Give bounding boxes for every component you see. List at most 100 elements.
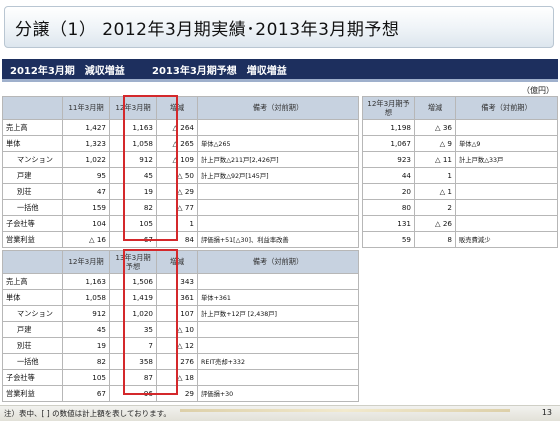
- table-row: 戸建 45 35 △ 10: [2, 321, 359, 338]
- table-row: 80 2: [362, 199, 558, 216]
- row-label: マンション: [2, 305, 63, 322]
- value-cell: 107: [156, 305, 198, 322]
- value-cell: 95: [62, 167, 110, 184]
- row-label: 売上高: [2, 273, 63, 290]
- remark-cell: 単体+361: [197, 289, 359, 306]
- remark-cell: [455, 215, 558, 232]
- value-cell: 96: [109, 385, 157, 402]
- remark-cell: [197, 183, 359, 200]
- value-cell: △ 264: [156, 119, 198, 136]
- value-cell: 87: [109, 369, 157, 386]
- table-row: 子会社等 104 105 1: [2, 215, 359, 232]
- value-cell: 1: [156, 215, 198, 232]
- value-cell: △ 36: [414, 119, 456, 136]
- value-cell: △ 77: [156, 199, 198, 216]
- value-cell: 1,427: [62, 119, 110, 136]
- value-cell: 35: [109, 321, 157, 338]
- table-row: 戸建 95 45 △ 50 計上戸数△92戸[145戸]: [2, 167, 359, 184]
- value-cell: 1,419: [109, 289, 157, 306]
- table-row: 1,067 △ 9 単体△9: [362, 135, 558, 152]
- table-row: 単体 1,058 1,419 361 単体+361: [2, 289, 359, 306]
- footer-decoration: [180, 409, 510, 412]
- value-cell: 104: [62, 215, 110, 232]
- page-title: 分譲（1） 2012年3月期実績･2013年3月期予想: [15, 20, 400, 40]
- value-cell: 80: [362, 199, 415, 216]
- value-cell: 105: [109, 215, 157, 232]
- table-row: 一括他 159 82 △ 77: [2, 199, 359, 216]
- table-row: 子会社等 105 87 △ 18: [2, 369, 359, 386]
- section-header: 2012年3月期 減収増益 2013年3月期予想 増収増益: [2, 59, 558, 82]
- forecast-table-2012: 12年3月期予想 増減 備考（対前期） 1,198 △ 36 1,067 △ 9 単体△…: [362, 96, 558, 248]
- value-cell: 19: [62, 337, 110, 354]
- value-cell: 1,163: [109, 119, 157, 136]
- row-label: 単体: [2, 289, 63, 306]
- table-row: 131 △ 26: [362, 215, 558, 232]
- value-cell: 912: [62, 305, 110, 322]
- row-label: 子会社等: [2, 215, 63, 232]
- value-cell: 361: [156, 289, 198, 306]
- value-cell: 276: [156, 353, 198, 370]
- value-cell: 1,163: [62, 273, 110, 290]
- table-row: 59 8 販売費減少: [362, 231, 558, 248]
- value-cell: 67: [62, 385, 110, 402]
- table-row: 20 △ 1: [362, 183, 558, 200]
- row-label: 一括他: [2, 199, 63, 216]
- row-label: 戸建: [2, 167, 63, 184]
- table-row: 営業利益 △ 16 67 84 評価損+51[△30]、利益率改善: [2, 231, 359, 248]
- value-cell: △ 1: [414, 183, 456, 200]
- value-cell: △ 12: [156, 337, 198, 354]
- remark-cell: [455, 199, 558, 216]
- remark-cell: 評価損+51[△30]、利益率改善: [197, 231, 359, 248]
- row-label: 一括他: [2, 353, 63, 370]
- value-cell: 19: [109, 183, 157, 200]
- value-cell: 44: [362, 167, 415, 184]
- value-cell: △ 29: [156, 183, 198, 200]
- header-cell: 12年3月期: [62, 250, 110, 274]
- row-label: 売上高: [2, 119, 63, 136]
- row-label: 営業利益: [2, 231, 63, 248]
- section-label-2013: 2013年3月期予想 増収増益: [152, 66, 287, 77]
- remark-cell: 単体△265: [197, 135, 359, 152]
- header-cell: 備考（対前期）: [455, 96, 558, 120]
- value-cell: △ 11: [414, 151, 456, 168]
- value-cell: 29: [156, 385, 198, 402]
- value-cell: △ 9: [414, 135, 456, 152]
- value-cell: 7: [109, 337, 157, 354]
- remark-cell: [197, 199, 359, 216]
- table-row: マンション 1,022 912 △ 109 計上戸数△211戸[2,426戸]: [2, 151, 359, 168]
- value-cell: 1,067: [362, 135, 415, 152]
- header-cell: 備考（対前期）: [197, 250, 359, 274]
- remark-cell: [455, 167, 558, 184]
- page-number: 13: [541, 408, 552, 417]
- table-row: マンション 912 1,020 107 計上戸数+12戸 [2,438戸]: [2, 305, 359, 322]
- value-cell: 923: [362, 151, 415, 168]
- remark-cell: [197, 273, 359, 290]
- table-row: 売上高 1,427 1,163 △ 264: [2, 119, 359, 136]
- remark-cell: [197, 337, 359, 354]
- header-cell: 11年3月期: [62, 96, 110, 120]
- row-label: 営業利益: [2, 385, 63, 402]
- row-label: 別荘: [2, 337, 63, 354]
- value-cell: 105: [62, 369, 110, 386]
- value-cell: 1,020: [109, 305, 157, 322]
- section-label-2012: 2012年3月期 減収増益: [10, 66, 125, 77]
- value-cell: △ 10: [156, 321, 198, 338]
- value-cell: 1,058: [109, 135, 157, 152]
- forecast-table-2013: 12年3月期 13年3月期予想 増減 備考（対前期） 売上高 1,163 1,506…: [2, 250, 359, 402]
- remark-cell: [197, 215, 359, 232]
- remark-cell: [455, 183, 558, 200]
- value-cell: 1,058: [62, 289, 110, 306]
- remark-cell: 計上戸数△211戸[2,426戸]: [197, 151, 359, 168]
- value-cell: △ 265: [156, 135, 198, 152]
- value-cell: △ 109: [156, 151, 198, 168]
- remark-cell: 評価損+30: [197, 385, 359, 402]
- value-cell: 47: [62, 183, 110, 200]
- footnote: 注）表中、[ ] の数値は計上額を表しております。: [4, 409, 171, 418]
- row-label: マンション: [2, 151, 63, 168]
- remark-cell: [197, 119, 359, 136]
- remark-cell: 計上戸数△33戸: [455, 151, 558, 168]
- header-cell: 13年3月期予想: [109, 250, 157, 274]
- header-cell: 12年3月期予想: [362, 96, 415, 120]
- remark-cell: 販売費減少: [455, 231, 558, 248]
- table-row: 別荘 47 19 △ 29: [2, 183, 359, 200]
